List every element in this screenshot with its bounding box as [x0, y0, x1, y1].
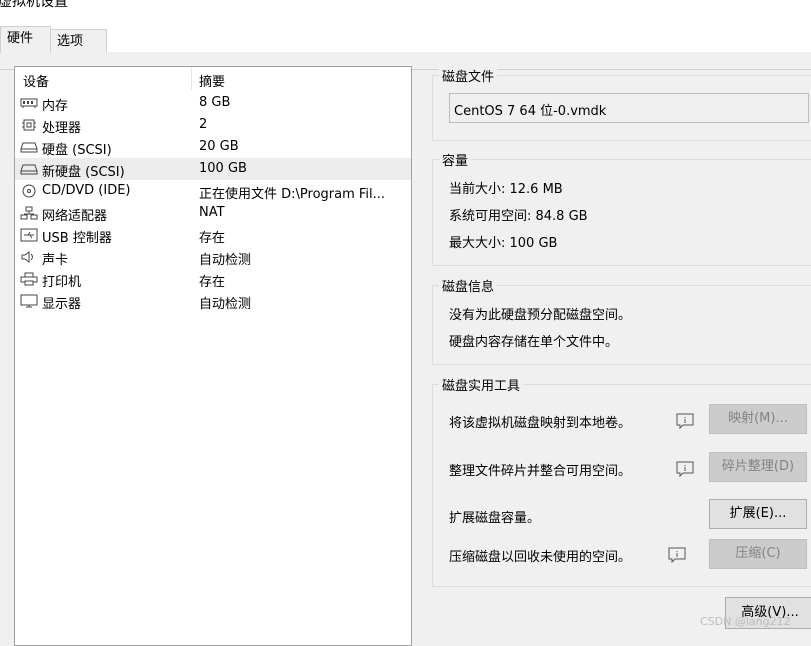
- disk-info-line-2: 硬盘内容存储在单个文件中。: [449, 335, 619, 350]
- info-icon[interactable]: [675, 413, 695, 429]
- info-icon[interactable]: [667, 547, 687, 563]
- device-name: 硬盘 (SCSI): [42, 143, 112, 158]
- device-row-cd-dvd[interactable]: CD/DVD (IDE) 正在使用文件 D:\Program Fil...: [15, 180, 411, 202]
- expand-button[interactable]: 扩展(E)...: [709, 499, 807, 529]
- defrag-description: 整理文件碎片并整合可用空间。: [449, 464, 632, 479]
- defrag-button[interactable]: 碎片整理(D): [709, 452, 807, 482]
- column-header-summary[interactable]: 摘要: [199, 71, 225, 90]
- info-icon[interactable]: [675, 461, 695, 477]
- expand-description: 扩展磁盘容量。: [449, 511, 541, 526]
- device-name: CD/DVD (IDE): [42, 183, 131, 198]
- processor-icon: [22, 119, 36, 131]
- usb-icon: [20, 228, 38, 242]
- disk-utilities-title: 磁盘实用工具: [439, 375, 524, 394]
- device-name: 声卡: [42, 253, 69, 268]
- device-summary: 8 GB: [199, 95, 231, 110]
- disk-info-line-1: 没有为此硬盘预分配磁盘空间。: [449, 308, 632, 323]
- network-adapter-icon: [20, 206, 38, 220]
- compact-button[interactable]: 压缩(C): [709, 539, 807, 569]
- device-row-memory[interactable]: 内存 8 GB: [15, 92, 411, 114]
- device-name: 显示器: [42, 297, 82, 312]
- column-header-device[interactable]: 设备: [23, 71, 49, 90]
- disk-file-group: 磁盘文件 CentOS 7 64 位-0.vmdk: [432, 66, 811, 141]
- printer-icon: [20, 272, 38, 286]
- tab-options[interactable]: 选项: [51, 29, 107, 53]
- tab-strip: 硬件 选项: [0, 18, 811, 70]
- disk-info-group: 磁盘信息 没有为此硬盘预分配磁盘空间。 硬盘内容存储在单个文件中。: [432, 276, 811, 365]
- device-row-display[interactable]: 显示器 自动检测: [15, 290, 411, 312]
- device-row-sound-card[interactable]: 声卡 自动检测: [15, 246, 411, 268]
- window-title-bar: 虚拟机设置: [0, 0, 811, 18]
- map-description: 将该虚拟机磁盘映射到本地卷。: [449, 416, 632, 431]
- device-row-usb-controller[interactable]: USB 控制器 存在: [15, 224, 411, 246]
- device-list[interactable]: 设备 摘要 内存 8 GB 处理器 2 硬盘 (SCSI) 20 GB 新硬盘 …: [14, 66, 412, 646]
- memory-icon: [20, 98, 38, 108]
- device-summary: 100 GB: [199, 161, 247, 176]
- device-summary: 自动检测: [199, 253, 252, 268]
- window-title: 虚拟机设置: [0, 0, 68, 10]
- device-row-printer[interactable]: 打印机 存在: [15, 268, 411, 290]
- available-space-text: 系统可用空间: 84.8 GB: [449, 209, 588, 224]
- device-summary: 2: [199, 117, 208, 132]
- max-size-text: 最大大小: 100 GB: [449, 236, 558, 251]
- current-size-text: 当前大小: 12.6 MB: [449, 182, 563, 197]
- device-summary: 自动检测: [199, 297, 252, 312]
- hard-disk-icon: [20, 142, 38, 153]
- column-separator[interactable]: [191, 67, 192, 91]
- disk-info-title: 磁盘信息: [439, 276, 498, 295]
- watermark: CSDN @lang212: [700, 615, 791, 628]
- device-row-processor[interactable]: 处理器 2: [15, 114, 411, 136]
- device-name: 内存: [42, 99, 69, 114]
- compact-description: 压缩磁盘以回收未使用的空间。: [449, 550, 632, 565]
- device-summary: 20 GB: [199, 139, 239, 154]
- display-icon: [20, 294, 38, 308]
- device-name: 新硬盘 (SCSI): [42, 165, 125, 180]
- device-summary: 存在: [199, 275, 226, 290]
- device-summary: 存在: [199, 231, 226, 246]
- device-summary: NAT: [199, 205, 225, 220]
- device-name: 打印机: [42, 275, 82, 290]
- device-row-hard-disk[interactable]: 硬盘 (SCSI) 20 GB: [15, 136, 411, 158]
- device-summary: 正在使用文件 D:\Program Fil...: [199, 187, 386, 202]
- device-name: 处理器: [42, 121, 82, 136]
- capacity-group: 容量 当前大小: 12.6 MB 系统可用空间: 84.8 GB 最大大小: 1…: [432, 150, 811, 266]
- disk-file-value: CentOS 7 64 位-0.vmdk: [454, 104, 607, 119]
- device-row-new-hard-disk[interactable]: 新硬盘 (SCSI) 100 GB: [15, 158, 411, 180]
- capacity-title: 容量: [439, 150, 472, 169]
- sound-icon: [21, 251, 33, 263]
- disk-utilities-group: 磁盘实用工具 将该虚拟机磁盘映射到本地卷。 映射(M)... 整理文件碎片并整合…: [432, 375, 811, 587]
- disk-file-field[interactable]: CentOS 7 64 位-0.vmdk: [449, 93, 809, 123]
- tab-hardware[interactable]: 硬件: [0, 26, 51, 53]
- hard-disk-icon: [20, 164, 38, 175]
- device-row-network-adapter[interactable]: 网络适配器 NAT: [15, 202, 411, 224]
- cd-dvd-icon: [22, 184, 36, 198]
- device-name: 网络适配器: [42, 209, 108, 224]
- map-button[interactable]: 映射(M)...: [709, 404, 807, 434]
- device-list-header: 设备 摘要: [15, 67, 411, 91]
- disk-file-title: 磁盘文件: [439, 66, 498, 85]
- device-name: USB 控制器: [42, 231, 112, 246]
